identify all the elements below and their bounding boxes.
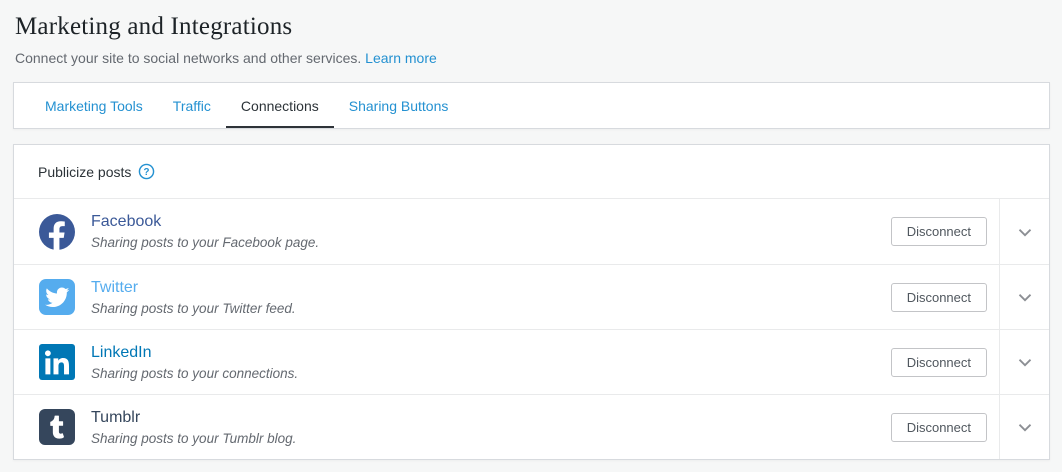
- chevron-down-icon: [1018, 294, 1031, 302]
- connection-row-tumblr: Tumblr Sharing posts to your Tumblr blog…: [14, 394, 1049, 459]
- tab-marketing-tools[interactable]: Marketing Tools: [30, 83, 158, 128]
- page-description-text: Connect your site to social networks and…: [15, 50, 362, 66]
- connection-name[interactable]: Twitter: [91, 277, 296, 298]
- connection-text: Twitter Sharing posts to your Twitter fe…: [91, 277, 296, 318]
- connection-name[interactable]: Facebook: [91, 211, 319, 232]
- publicize-connections-card: Publicize posts ? Facebook Sharing posts…: [13, 144, 1050, 460]
- section-nav-tabs: Marketing Tools Traffic Connections Shar…: [13, 82, 1050, 129]
- page-title: Marketing and Integrations: [15, 13, 293, 40]
- connection-description: Sharing posts to your Twitter feed.: [91, 300, 296, 316]
- facebook-icon: [39, 213, 75, 251]
- page-header: Marketing and Integrations Connect your …: [13, 6, 1050, 68]
- disconnect-button[interactable]: Disconnect: [890, 347, 987, 377]
- connection-info: Twitter Sharing posts to your Twitter fe…: [14, 265, 891, 329]
- question-mark-circle-icon[interactable]: ?: [138, 163, 155, 180]
- tab-connections[interactable]: Connections: [225, 83, 334, 128]
- expand-toggle[interactable]: [999, 330, 1049, 394]
- connection-text: LinkedIn Sharing posts to your connectio…: [91, 342, 298, 383]
- connection-description: Sharing posts to your Facebook page.: [91, 235, 320, 250]
- expand-toggle[interactable]: [999, 395, 1049, 459]
- tab-traffic[interactable]: Traffic: [158, 83, 226, 128]
- connection-info: Facebook Sharing posts to your Facebook …: [14, 199, 891, 264]
- page-description: Connect your site to social networks and…: [15, 48, 1048, 68]
- learn-more-link[interactable]: Learn more: [365, 50, 437, 66]
- expand-toggle[interactable]: [999, 199, 1049, 264]
- chevron-down-icon: [1018, 228, 1031, 237]
- twitter-icon: [39, 279, 75, 315]
- chevron-down-icon: [1018, 424, 1031, 432]
- settings-page: Marketing and Integrations Connect your …: [0, 0, 1062, 460]
- connection-info: Tumblr Sharing posts to your Tumblr blog…: [14, 395, 891, 459]
- tab-sharing-buttons[interactable]: Sharing Buttons: [334, 83, 464, 128]
- disconnect-button[interactable]: Disconnect: [890, 282, 987, 312]
- connection-info: LinkedIn Sharing posts to your connectio…: [14, 330, 891, 394]
- connection-description: Sharing posts to your Tumblr blog.: [91, 430, 297, 446]
- tumblr-icon: [39, 409, 75, 445]
- linkedin-icon: [39, 344, 75, 380]
- chevron-down-icon: [1018, 359, 1031, 367]
- connection-name[interactable]: Tumblr: [91, 407, 296, 428]
- connection-row-linkedin: LinkedIn Sharing posts to your connectio…: [14, 329, 1049, 394]
- connection-text: Tumblr Sharing posts to your Tumblr blog…: [91, 407, 296, 448]
- connection-text: Facebook Sharing posts to your Facebook …: [91, 211, 319, 252]
- svg-text:?: ?: [144, 167, 150, 178]
- connection-row-facebook: Facebook Sharing posts to your Facebook …: [14, 199, 1049, 264]
- disconnect-button[interactable]: Disconnect: [890, 217, 987, 246]
- publicize-section-header: Publicize posts ?: [14, 145, 1049, 199]
- disconnect-button[interactable]: Disconnect: [890, 412, 987, 442]
- connection-row-twitter: Twitter Sharing posts to your Twitter fe…: [14, 264, 1049, 329]
- connection-name[interactable]: LinkedIn: [91, 342, 298, 363]
- expand-toggle[interactable]: [999, 265, 1049, 329]
- connection-description: Sharing posts to your connections.: [91, 365, 299, 381]
- section-title: Publicize posts: [38, 163, 132, 180]
